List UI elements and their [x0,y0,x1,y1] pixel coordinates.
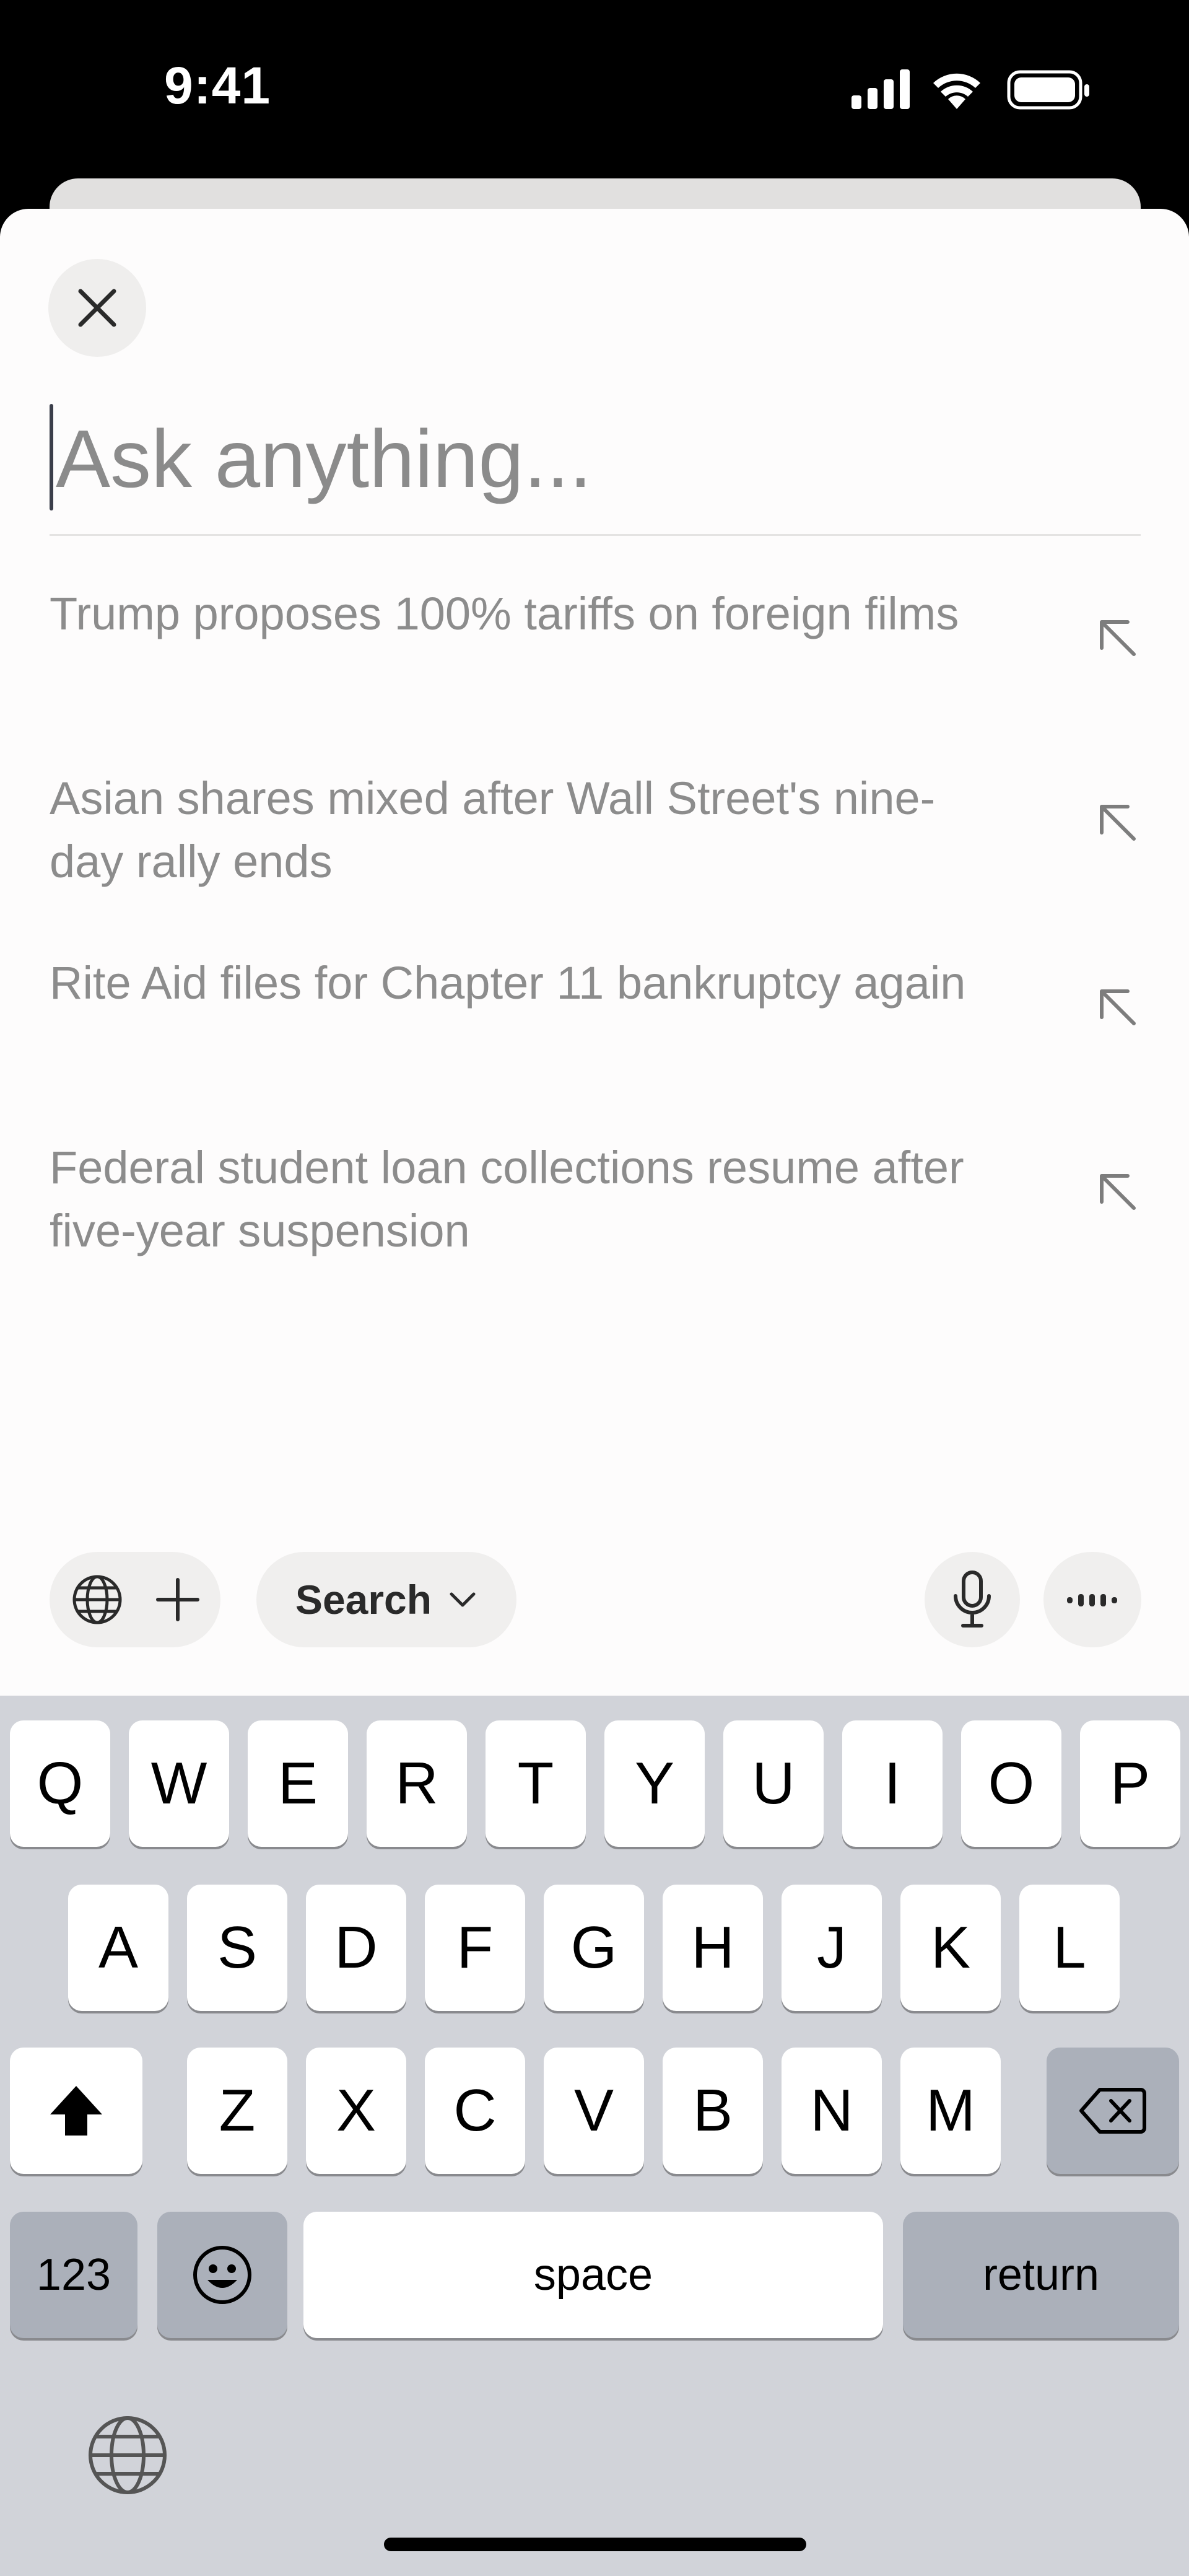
key-v[interactable]: V [544,2048,644,2174]
key-h[interactable]: H [663,1885,763,2011]
screen: 9:41 Ask anything... Trump proposes 100%… [0,0,1189,2576]
suggestion-text: Rite Aid files for Chapter 11 bankruptcy… [50,957,966,1009]
arrow-up-left-icon[interactable] [1093,983,1143,1032]
space-key[interactable]: space [303,2212,883,2338]
key-p[interactable]: P [1080,1720,1180,1847]
key-q[interactable]: Q [10,1720,110,1847]
voice-mode-button[interactable] [1043,1552,1141,1647]
numbers-key-label: 123 [36,2250,111,2300]
key-b[interactable]: B [663,2048,763,2174]
emoji-key[interactable] [157,2212,287,2338]
key-u[interactable]: U [723,1720,824,1847]
globe-icon [89,2416,167,2494]
key-x[interactable]: X [306,2048,406,2174]
attachments-pill [50,1552,220,1647]
chevron-down-icon [450,1592,476,1607]
suggestion-text: Federal student loan collections resume … [50,1142,964,1256]
key-t[interactable]: T [486,1720,586,1847]
key-r[interactable]: R [367,1720,467,1847]
key-g[interactable]: G [544,1885,644,2011]
key-m[interactable]: M [900,2048,1001,2174]
emoji-icon [193,2246,251,2304]
key-o[interactable]: O [961,1720,1061,1847]
ask-input[interactable] [56,396,1133,520]
key-k[interactable]: K [900,1885,1001,2011]
close-icon [78,289,116,327]
key-i[interactable]: I [842,1720,943,1847]
key-z[interactable]: Z [187,2048,287,2174]
key-n[interactable]: N [782,2048,882,2174]
key-a[interactable]: A [68,1885,168,2011]
globe-button[interactable] [56,1558,139,1641]
delete-key[interactable] [1047,2048,1179,2174]
delete-icon [1079,2088,1146,2134]
globe-icon [72,1575,122,1624]
status-icons [851,69,1089,110]
shift-icon [50,2086,102,2136]
key-w[interactable]: W [129,1720,229,1847]
status-bar: 9:41 [0,0,1189,180]
key-e[interactable]: E [248,1720,348,1847]
add-button[interactable] [136,1558,219,1641]
close-button[interactable] [48,259,146,357]
home-indicator[interactable] [384,2538,806,2551]
return-key-label: return [982,2250,1100,2300]
wifi-icon [933,73,980,109]
key-j[interactable]: J [782,1885,882,2011]
arrow-up-left-icon[interactable] [1093,1167,1143,1217]
plus-icon [156,1578,199,1621]
suggestion-item[interactable]: Rite Aid files for Chapter 11 bankruptcy… [50,952,1141,1088]
key-s[interactable]: S [187,1885,287,2011]
search-mode-button[interactable]: Search [256,1552,516,1647]
return-key[interactable]: return [903,2212,1179,2338]
microphone-icon [954,1571,991,1628]
numbers-key[interactable]: 123 [10,2212,137,2338]
suggestion-text: Trump proposes 100% tariffs on foreign f… [50,588,959,639]
arrow-up-left-icon[interactable] [1093,798,1143,848]
suggestion-item[interactable]: Asian shares mixed after Wall Street's n… [50,767,1141,903]
text-caret [50,404,53,510]
key-d[interactable]: D [306,1885,406,2011]
space-key-label: space [533,2250,653,2300]
keyboard-globe-button[interactable] [84,2412,171,2499]
suggestion-item[interactable]: Federal student loan collections resume … [50,1136,1141,1273]
search-mode-label: Search [295,1577,432,1623]
shift-key[interactable] [10,2048,142,2174]
ask-input-area [50,396,1141,536]
signal-icon [851,69,910,109]
voice-mode-icon [1067,1594,1117,1606]
arrow-up-left-icon[interactable] [1093,613,1143,663]
microphone-button[interactable] [925,1552,1020,1647]
status-time: 9:41 [164,56,271,115]
suggestion-text: Asian shares mixed after Wall Street's n… [50,773,936,887]
key-l[interactable]: L [1019,1885,1120,2011]
battery-icon [1007,70,1089,110]
key-f[interactable]: F [425,1885,525,2011]
suggestion-item[interactable]: Trump proposes 100% tariffs on foreign f… [50,582,1141,719]
key-c[interactable]: C [425,2048,525,2174]
key-y[interactable]: Y [604,1720,705,1847]
